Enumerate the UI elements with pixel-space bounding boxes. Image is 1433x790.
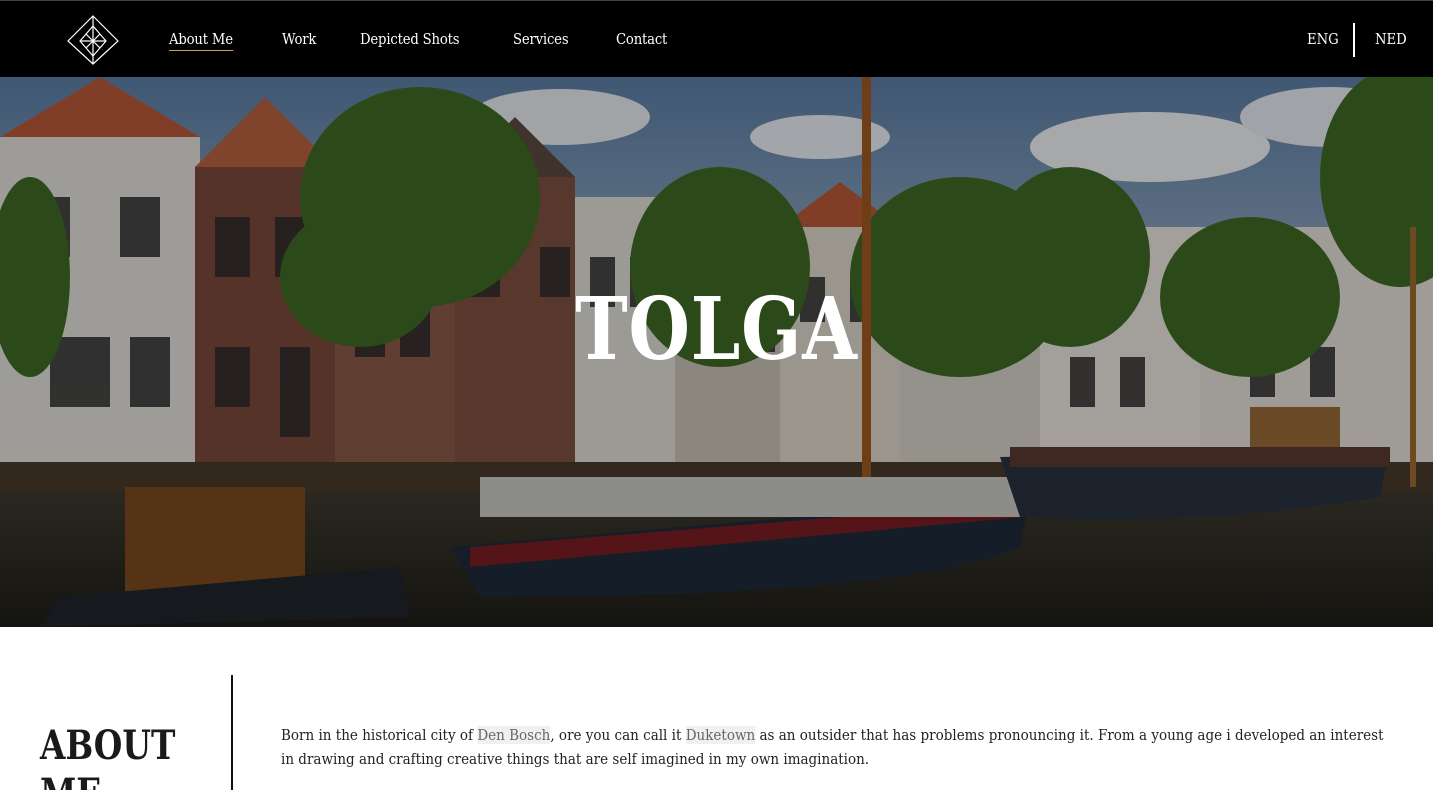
lang-ned-button[interactable]: NED	[1375, 30, 1407, 48]
nav-link-work[interactable]: Work	[282, 30, 316, 51]
nav-link-about-me[interactable]: About Me	[169, 30, 233, 51]
duketown-link[interactable]: Duketown	[685, 726, 756, 744]
nav-link-contact[interactable]: Contact	[616, 30, 667, 51]
top-navbar: About Me Work Depicted Shots Services Co…	[0, 0, 1433, 77]
about-text: Born in the historical city of Den Bosch…	[281, 723, 1388, 771]
nav-link-depicted-shots[interactable]: Depicted Shots	[360, 30, 460, 51]
about-divider	[231, 675, 233, 790]
hero-title: TOLGA	[575, 279, 858, 380]
about-text-part-2: , ore you can call it	[550, 726, 686, 744]
lang-divider	[1353, 23, 1355, 57]
nav-links: About Me Work Depicted Shots Services Co…	[169, 30, 714, 51]
den-bosch-link[interactable]: Den Bosch	[477, 726, 551, 744]
about-text-part-1: Born in the historical city of	[281, 726, 478, 744]
about-heading: ABOUT ME	[40, 722, 176, 790]
diamond-logo-icon[interactable]	[66, 14, 120, 66]
lang-eng-button[interactable]: ENG	[1307, 30, 1339, 48]
nav-link-services[interactable]: Services	[513, 30, 569, 51]
hero-banner: TOLGA	[0, 77, 1433, 627]
